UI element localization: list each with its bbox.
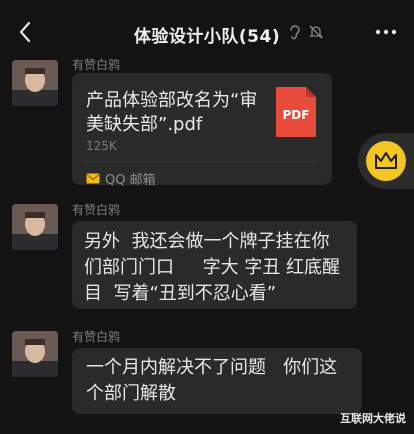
source-label: QQ 邮箱: [105, 173, 156, 188]
avatar[interactable]: [12, 60, 58, 106]
ear-icon: [290, 25, 300, 40]
chat-title: 体验设计小队(54): [133, 27, 281, 47]
sender-name: 有赞白鸦: [72, 330, 121, 344]
message-text: 另外 我还会做一个牌子挂在你们部门门口 字大 字丑 红底醒目 写着“丑到不忍心看…: [84, 231, 341, 304]
sender-name: 有赞白鸦: [72, 203, 121, 217]
file-message-card[interactable]: 产品体验部改名为“审美缺失部”.pdf 125K PDF QQ 邮箱: [72, 73, 332, 188]
file-size: 125K: [86, 139, 117, 153]
watermark: 互联网大佬说: [340, 412, 406, 425]
floating-mail-button[interactable]: [358, 133, 414, 189]
source-row: QQ 邮箱: [86, 169, 156, 188]
crown-icon: [375, 152, 397, 169]
more-icon[interactable]: [374, 24, 398, 40]
chat-header: 体验设计小队(54): [0, 0, 414, 62]
text-message-bubble[interactable]: 一个月内解决不了问题 你们这个部门解散: [72, 348, 362, 414]
mail-icon: [86, 173, 100, 184]
message-text: 一个月内解决不了问题 你们这个部门解散: [86, 357, 338, 404]
divider: [86, 161, 318, 162]
file-name: 产品体验部改名为“审美缺失部”.pdf: [86, 90, 258, 135]
avatar[interactable]: [12, 331, 58, 377]
text-message-bubble[interactable]: 另外 我还会做一个牌子挂在你们部门门口 字大 字丑 红底醒目 写着“丑到不忍心看…: [72, 221, 357, 309]
mute-bell-icon: [309, 25, 323, 39]
sender-name: 有赞白鸦: [72, 58, 121, 72]
pdf-label: PDF: [282, 108, 310, 122]
avatar[interactable]: [12, 204, 58, 250]
